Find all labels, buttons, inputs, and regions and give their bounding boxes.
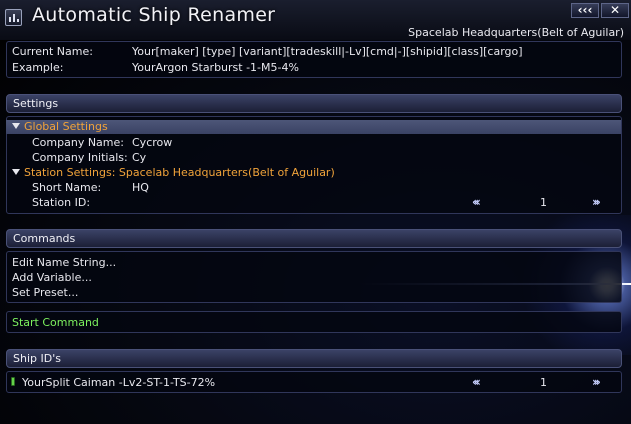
ship-entry-label[interactable]: YourSplit Caiman -Lv2-ST-1-TS-72% [22, 376, 215, 389]
ship-id-next-arrows-icon[interactable]: ››› [592, 375, 601, 389]
settings-header: Settings [6, 94, 622, 113]
station-settings-label: Station Settings: Spacelab Headquarters(… [24, 166, 335, 179]
set-preset-command[interactable]: Set Preset... [12, 286, 78, 299]
add-variable-command[interactable]: Add Variable... [12, 271, 92, 284]
ship-ids-header: Ship ID's [6, 349, 622, 368]
app-icon [5, 9, 22, 26]
company-name-value[interactable]: Cycrow [132, 136, 172, 149]
station-id-value: 1 [540, 196, 547, 209]
window-title: Automatic Ship Renamer [32, 4, 276, 26]
ship-id-value: 1 [540, 376, 547, 389]
global-settings-group[interactable]: Global Settings [12, 120, 108, 133]
commands-header: Commands [6, 229, 622, 248]
station-id-next-arrows-icon[interactable]: ››› [592, 195, 601, 209]
expand-triangle-icon [12, 169, 20, 175]
collapse-button[interactable]: ‹‹‹ [571, 3, 599, 18]
current-name-label: Current Name: [12, 45, 93, 58]
ship-status-icon [11, 377, 15, 386]
edit-name-string-command[interactable]: Edit Name String... [12, 256, 116, 269]
company-name-label: Company Name: [32, 136, 124, 149]
global-settings-label: Global Settings [24, 120, 108, 133]
ship-id-prev-arrows-icon[interactable]: ‹‹‹ [472, 375, 481, 389]
location-label: Spacelab Headquarters(Belt of Aguilar) [408, 26, 624, 39]
company-initials-label: Company Initials: [32, 151, 128, 164]
station-id-prev-arrows-icon[interactable]: ‹‹‹ [472, 195, 481, 209]
station-settings-group[interactable]: Station Settings: Spacelab Headquarters(… [12, 166, 335, 179]
start-command-button[interactable]: Start Command [12, 316, 99, 329]
short-name-value[interactable]: HQ [132, 181, 149, 194]
station-id-label: Station ID: [32, 196, 91, 209]
example-value: YourArgon Starburst -1-M5-4% [132, 61, 299, 74]
company-initials-value[interactable]: Cy [132, 151, 146, 164]
short-name-label: Short Name: [32, 181, 102, 194]
expand-triangle-icon [12, 123, 20, 129]
current-name-value: Your[maker] [type] [variant][tradeskill|… [132, 45, 523, 58]
close-button[interactable]: ✕ [601, 3, 629, 18]
example-label: Example: [12, 61, 64, 74]
